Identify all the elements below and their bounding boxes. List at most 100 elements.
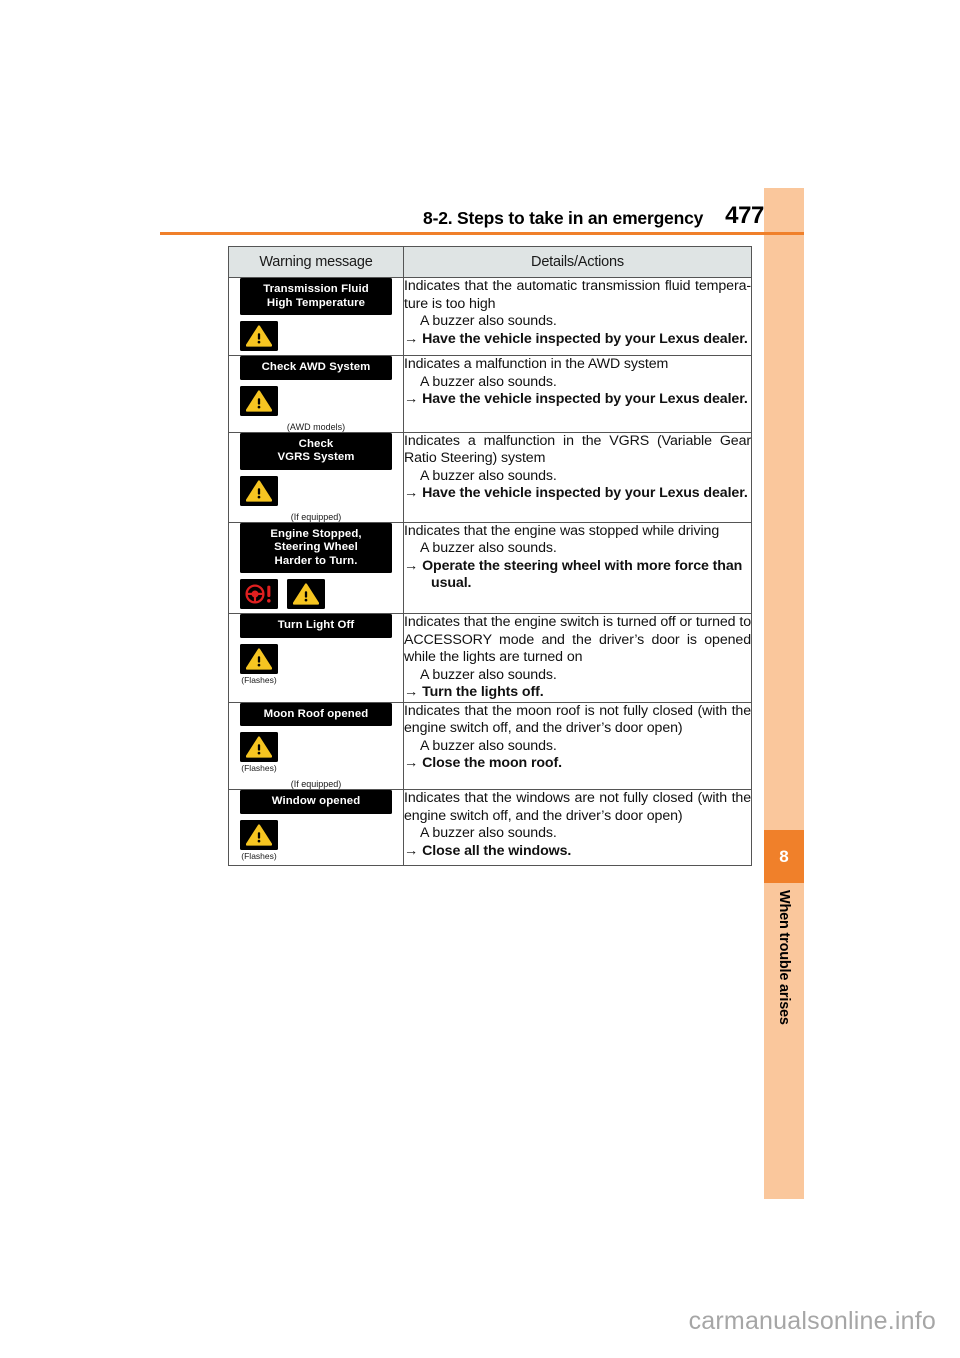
indicator-icon-row (229, 579, 403, 609)
chapter-number: 8 (779, 846, 789, 866)
details-action-text: Turn the lights off. (422, 684, 544, 700)
indicator-icon-tile (240, 819, 278, 850)
details-action-text: Operate the steering wheel with more for… (422, 557, 743, 574)
table-body: Transmission Fluid High Temperature Indica… (228, 277, 752, 866)
indicator-icon-tile (240, 643, 278, 674)
indicator-icon-tile (240, 475, 278, 506)
page-number: 477 (725, 202, 764, 229)
indicator-icon-row (229, 643, 403, 674)
details-buzzer-note: A buzzer also sounds. (420, 467, 557, 484)
details-actions-cell: Indicates that the moon roof is not full… (403, 701, 752, 790)
column-header-details-actions: Details/Actions (403, 246, 752, 278)
details-actions-cell: Indicates a malfunction in the VGRS (Var… (403, 431, 752, 523)
display-panel-line: Steering Wheel (274, 541, 358, 553)
display-panel-line: Transmission Fluid (263, 283, 369, 295)
instrument-display-panel: Moon Roof opened (240, 702, 392, 726)
details-action-text: Have the vehicle inspected by your Lexus… (422, 391, 748, 407)
warning-message-cell: Moon Roof opened (Flashes) (If equipped) (228, 701, 404, 790)
row-spacer (229, 861, 403, 865)
details-actions-cell: Indicates that the engine switch is turn… (403, 613, 752, 703)
display-panel-line: High Temperature (266, 296, 366, 309)
details-buzzer-note: A buzzer also sounds. (420, 737, 557, 754)
details-action: → Turn the lights off. (404, 684, 751, 702)
row-spacer (229, 685, 403, 689)
display-panel-line: Window opened (271, 795, 361, 807)
indicator-icon-row (229, 475, 403, 506)
row-spacer (229, 609, 403, 613)
table-row: Moon Roof opened (Flashes) (If equipped) In… (228, 701, 752, 790)
details-action: → Operate the steering wheel with more fo… (404, 558, 751, 576)
indicator-icon-row (229, 385, 403, 416)
table-row: Check VGRS System (If equipped) Indicates a… (228, 431, 752, 523)
display-panel-line: Turn Light Off (277, 619, 355, 631)
details-action: → Have the vehicle inspected by your Lexu… (404, 391, 751, 409)
warning-triangle-icon (246, 479, 272, 502)
details-actions-cell: Indicates that the windows are not fully… (403, 789, 752, 866)
instrument-display-panel: Check AWD System (240, 356, 392, 380)
details-actions-cell: Indicates that the automatic transmissio… (403, 277, 752, 356)
details-action: → Have the vehicle inspected by your Lexu… (404, 485, 751, 503)
details-actions-cell: Indicates that the engine was stopped wh… (403, 521, 752, 614)
details-buzzer-note: A buzzer also sounds. (420, 313, 557, 329)
instrument-display-panel: Check VGRS System (240, 432, 392, 470)
details-action-text: Have the vehicle inspected by your Lexus… (422, 485, 748, 501)
icon-note: (Flashes) (241, 674, 277, 685)
indicator-icon-tile (240, 732, 278, 762)
warning-triangle-icon (246, 736, 272, 758)
details-buzzer-note: A buzzer also sounds. (420, 825, 557, 841)
details-buzzer-note: A buzzer also sounds. (420, 373, 557, 390)
details-description: Indicates that the moon roof is not full… (404, 702, 751, 737)
arrow-right-icon: → (404, 391, 419, 407)
warning-triangle-icon (246, 389, 272, 412)
chapter-number-tab: 8 (764, 830, 804, 883)
page-header: 8-2. Steps to take in an emergency 477 (160, 198, 764, 230)
warning-triangle-icon (246, 325, 272, 347)
table-row: Window opened (Flashes) Indicates that the… (228, 789, 752, 866)
page-title: 8-2. Steps to take in an emergency (423, 208, 704, 228)
arrow-right-icon: → (404, 330, 419, 347)
details-buzzer-note: A buzzer also sounds. (420, 666, 557, 683)
details-action-continued: usual. (431, 575, 472, 591)
display-panel-line: Engine Stopped, (270, 527, 362, 540)
warning-triangle-icon (293, 583, 319, 605)
warning-message-cell: Window opened (Flashes) (228, 789, 404, 866)
arrow-right-icon: → (404, 842, 419, 859)
details-action: → Close the moon roof. (404, 755, 751, 773)
display-panel-line: VGRS System (277, 451, 355, 463)
details-action-text: Close the moon roof. (422, 755, 562, 771)
details-action-text: Have the vehicle inspected by your Lexus… (422, 330, 748, 347)
display-panel-line: Check AWD System (261, 361, 371, 373)
warning-message-cell: Check VGRS System (If equipped) (228, 431, 404, 523)
indicator-icon-row (229, 819, 403, 850)
warning-message-cell: Check AWD System (AWD models) (228, 355, 404, 433)
warning-message-cell: Transmission Fluid High Temperature (228, 277, 404, 356)
instrument-display-panel: Engine Stopped, Steering Wheel Harder to T… (240, 522, 392, 573)
arrow-right-icon: → (404, 684, 419, 700)
instrument-display-panel: Window opened (240, 790, 392, 814)
table-row: Check AWD System (AWD models) Indicates a … (228, 355, 752, 433)
indicator-icon-tile (240, 321, 278, 351)
header-rule (160, 232, 804, 235)
arrow-right-icon: → (404, 485, 419, 501)
details-buzzer-note: A buzzer also sounds. (420, 540, 557, 556)
details-description: Indicates a malfunction in the VGRS (Var… (404, 432, 751, 467)
icon-note: (Flashes) (241, 763, 277, 773)
instrument-display-panel: Turn Light Off (240, 614, 392, 638)
details-description: Indicates that the automatic transmissio… (404, 278, 751, 312)
details-action-text: Close all the windows. (422, 842, 572, 859)
details-action: → Have the vehicle inspected by your Lexu… (404, 331, 751, 349)
indicator-icon-tile (287, 579, 325, 609)
row-caption: (If equipped) (290, 779, 342, 789)
details-description: Indicates that the engine switch is turn… (404, 614, 751, 665)
indicator-icon-row (229, 321, 403, 351)
steering-wheel-warning-icon (245, 584, 271, 604)
column-header-warning-message: Warning message (228, 246, 404, 278)
warning-message-table: Warning message Details/Actions Transmis… (228, 246, 752, 866)
details-actions-cell: Indicates a malfunction in the AWD syste… (403, 355, 752, 433)
table-row: Turn Light Off (Flashes) Indicates that th… (228, 613, 752, 703)
indicator-icon-tile (240, 385, 278, 416)
row-spacer (229, 351, 403, 355)
details-description: Indicates that the engine was stopped wh… (404, 522, 720, 539)
instrument-display-panel: Transmission Fluid High Temperature (240, 278, 392, 315)
display-panel-line: Check (298, 437, 334, 450)
